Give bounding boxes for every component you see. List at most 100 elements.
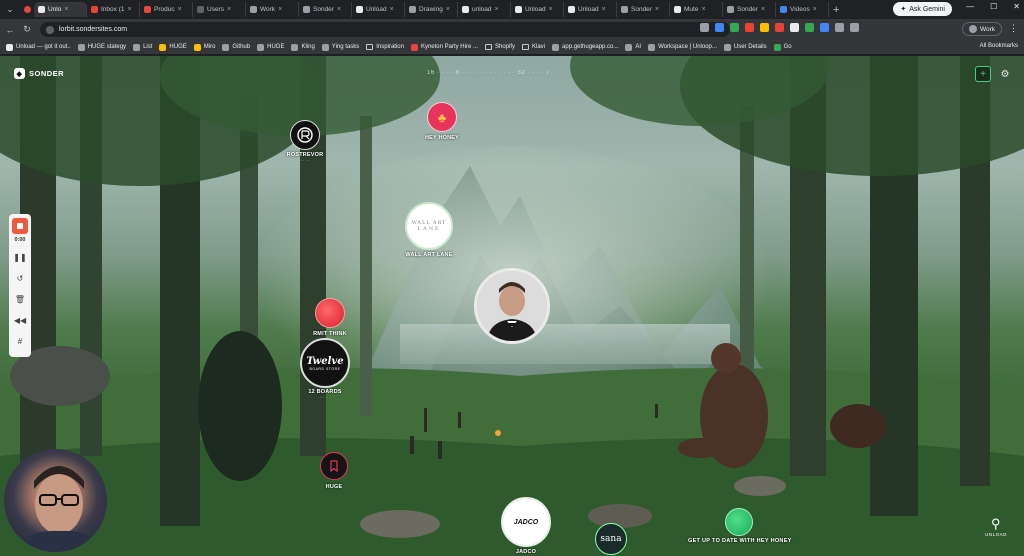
browser-tab[interactable]: Unload ×: [511, 2, 564, 17]
center-profile-avatar[interactable]: [474, 268, 550, 344]
maximize-icon[interactable]: ☐: [990, 2, 997, 11]
bookmark-item[interactable]: Miro: [193, 43, 215, 51]
restart-icon[interactable]: ↺: [13, 271, 27, 285]
add-button[interactable]: +: [975, 66, 991, 82]
tab-close-icon[interactable]: ×: [495, 6, 499, 13]
browser-tab[interactable]: Produc ×: [140, 2, 193, 17]
forest-scene[interactable]: ◆ SONDER 16 · · · · 8 · · · · · · · · · …: [0, 56, 1024, 556]
browser-tab[interactable]: Work ×: [246, 2, 299, 17]
bookmark-star-icon[interactable]: [715, 23, 724, 32]
bookmark-favicon-icon: [410, 43, 418, 51]
bookmark-item[interactable]: Go: [773, 43, 792, 51]
settings-gear-icon[interactable]: ⚙: [997, 66, 1013, 82]
rostrevor-logo-icon: [297, 127, 313, 143]
tab-close-icon[interactable]: ×: [446, 6, 450, 13]
browser-tab[interactable]: Unload ×: [352, 2, 405, 17]
extension-icon[interactable]: [790, 23, 799, 32]
browser-tab[interactable]: Videos ×: [776, 2, 829, 17]
new-tab-icon[interactable]: +: [833, 4, 839, 16]
browser-tab[interactable]: unload ×: [458, 2, 511, 17]
puzzle-icon[interactable]: [835, 23, 844, 32]
bookmark-item[interactable]: User Details: [723, 43, 767, 51]
install-icon[interactable]: [700, 23, 709, 32]
bookmark-item[interactable]: HUGE: [257, 43, 284, 51]
browser-tab[interactable]: Inbox (1 ×: [87, 2, 140, 17]
browser-tab[interactable]: Users ×: [193, 2, 246, 17]
node-huge[interactable]: [320, 452, 348, 480]
node-wall-art-lane[interactable]: WALL ART LANE: [405, 202, 453, 250]
node-jadco[interactable]: JADCO: [501, 497, 551, 547]
browser-tab[interactable]: Unload ×: [564, 2, 617, 17]
tab-close-icon[interactable]: ×: [337, 6, 341, 13]
back-icon[interactable]: ←: [3, 25, 17, 35]
extension-icon[interactable]: [820, 23, 829, 32]
node-sana[interactable]: sana: [595, 523, 627, 555]
browser-tab[interactable]: Sonder ×: [299, 2, 352, 17]
tab-close-icon[interactable]: ×: [549, 6, 553, 13]
extension-icon[interactable]: [760, 23, 769, 32]
menu-icon[interactable]: ⋮: [1009, 23, 1018, 34]
bookmark-folder[interactable]: Klavi: [522, 44, 545, 50]
tab-close-icon[interactable]: ×: [813, 6, 817, 13]
pause-icon[interactable]: ❚❚: [13, 250, 27, 264]
profile-button[interactable]: Work: [961, 22, 1002, 36]
unload-logo[interactable]: ⚲ UNLOAD: [984, 516, 1008, 537]
webcam-bubble[interactable]: [4, 449, 107, 552]
tab-close-icon[interactable]: ×: [390, 6, 394, 13]
sonder-logo[interactable]: ◆ SONDER: [14, 68, 64, 79]
extension-icon[interactable]: [775, 23, 784, 32]
trash-icon[interactable]: 🗑: [13, 292, 27, 306]
bookmark-item[interactable]: app.gethugeapp.co...: [552, 43, 618, 51]
minimize-icon[interactable]: —: [966, 2, 974, 11]
tab-close-icon[interactable]: ×: [701, 6, 705, 13]
extension-icon[interactable]: [745, 23, 754, 32]
tab-label: Unload: [525, 6, 546, 13]
tab-label: Inbox (1: [101, 6, 125, 13]
tab-close-icon[interactable]: ×: [278, 6, 282, 13]
cta-text[interactable]: GET UP TO DATE WITH HEY HONEY: [688, 538, 792, 544]
tab-close-icon[interactable]: ×: [64, 6, 68, 13]
bookmark-item[interactable]: Kyneton Party Hire ...: [410, 43, 478, 51]
bookmark-item[interactable]: List: [133, 43, 152, 51]
bookmark-item[interactable]: Ying tasks: [321, 43, 359, 51]
browser-tab[interactable]: Mute ×: [670, 2, 723, 17]
reload-icon[interactable]: ↻: [20, 24, 34, 35]
bookmark-item[interactable]: Github: [222, 43, 250, 51]
tab-search-icon[interactable]: ⌄: [3, 3, 17, 17]
rewind-icon[interactable]: ◀◀: [13, 313, 27, 327]
close-icon[interactable]: ✕: [1013, 2, 1020, 11]
bookmark-item[interactable]: HUGE stategy: [77, 43, 126, 51]
node-hey-honey[interactable]: ♣: [427, 102, 457, 132]
grid-icon[interactable]: #: [13, 334, 27, 348]
browser-tab[interactable]: Sonder ×: [617, 2, 670, 17]
node-12-boards[interactable]: Twelve BOARD STORE: [300, 338, 350, 388]
browser-tab[interactable]: Sonder ×: [723, 2, 776, 17]
stop-recording-button[interactable]: [12, 218, 28, 234]
site-info-icon[interactable]: [46, 25, 54, 34]
hey-honey-cta-orb[interactable]: [725, 508, 753, 536]
bookmark-item[interactable]: AI: [625, 43, 641, 51]
download-icon[interactable]: [850, 23, 859, 32]
bookmark-item[interactable]: Kling: [291, 43, 315, 51]
bookmark-folder[interactable]: Shopify: [484, 44, 515, 50]
extension-icon[interactable]: [805, 23, 814, 32]
tab-close-icon[interactable]: ×: [178, 6, 182, 13]
extension-icon[interactable]: [730, 23, 739, 32]
tab-close-icon[interactable]: ×: [761, 6, 765, 13]
honey-tree-icon: ♣: [437, 109, 447, 125]
address-bar[interactable]: lorbit.sondersites.com: [40, 22, 730, 37]
browser-tab[interactable]: Drawing ×: [405, 2, 458, 17]
tab-close-icon[interactable]: ×: [227, 6, 231, 13]
bookmark-item[interactable]: Workspace | Unloop...: [648, 43, 717, 51]
tab-close-icon[interactable]: ×: [655, 6, 659, 13]
bookmark-folder[interactable]: Inspiration: [366, 44, 404, 50]
node-rmit-think[interactable]: [315, 298, 345, 328]
tab-close-icon[interactable]: ×: [128, 6, 132, 13]
all-bookmarks-button[interactable]: All Bookmarks: [980, 43, 1018, 49]
ask-gemini-button[interactable]: ✦ Ask Gemini: [893, 2, 952, 16]
node-rostrevor[interactable]: [290, 120, 320, 150]
bookmark-item[interactable]: HUGE: [159, 43, 187, 51]
browser-tab[interactable]: Unlo ×: [34, 2, 87, 17]
tab-close-icon[interactable]: ×: [602, 6, 606, 13]
bookmark-item[interactable]: Unload — got it out..: [6, 43, 71, 51]
